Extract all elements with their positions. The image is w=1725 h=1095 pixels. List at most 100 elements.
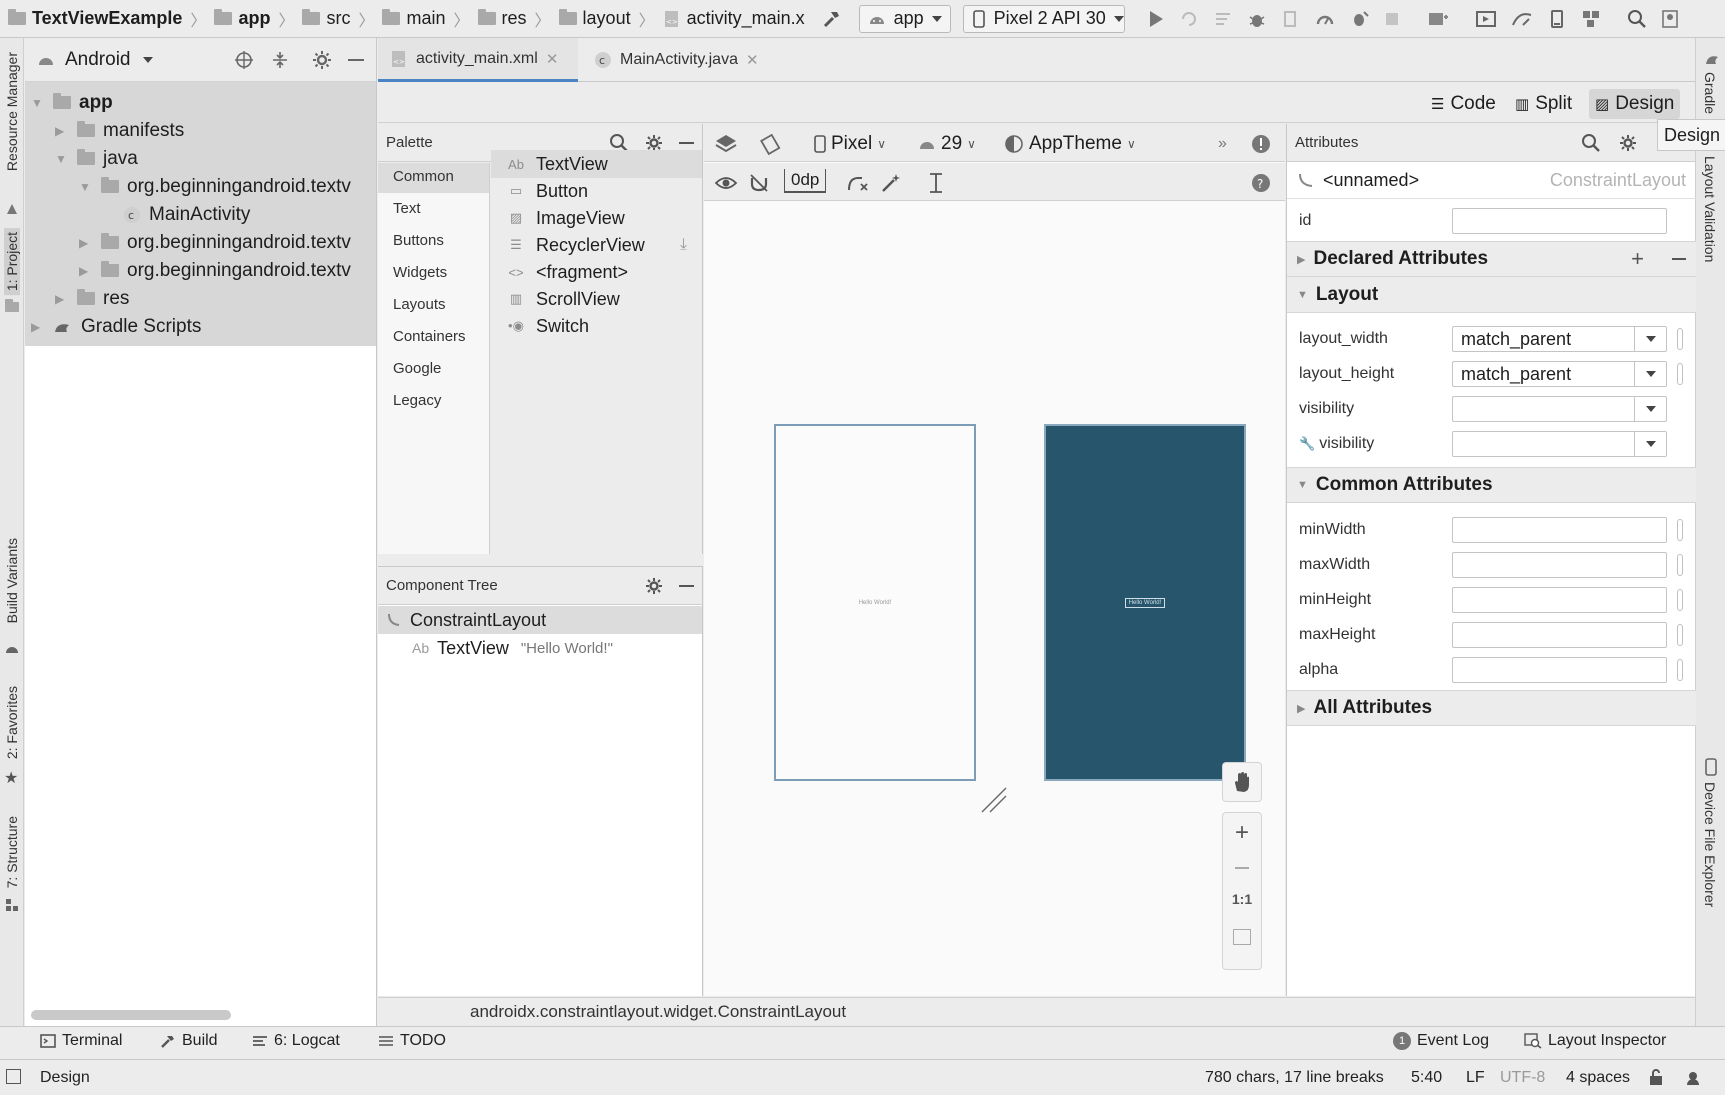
chevron-down-icon[interactable] [142,56,153,63]
locate-icon[interactable] [234,50,254,70]
theme-selector[interactable]: AppTheme ∨ [1004,130,1136,158]
palette-category[interactable]: Buttons [393,232,444,249]
tool-windows-icon[interactable] [6,1069,21,1084]
remove-attribute-icon[interactable] [1672,258,1686,260]
search-everywhere-icon[interactable] [1627,9,1647,29]
tree-node-java[interactable]: ▼ java [55,144,138,173]
add-attribute-icon[interactable]: + [1631,246,1644,272]
attr-reference-button[interactable] [1677,363,1683,385]
close-icon[interactable]: ✕ [546,50,559,68]
zoom-in-icon[interactable]: + [1223,819,1261,847]
zoom-out-icon[interactable] [1235,867,1249,869]
project-tab[interactable]: 1: Project [4,228,20,296]
warnings-icon[interactable] [1251,130,1271,158]
zoom-actual-size-button[interactable]: 1:1 [1223,891,1261,907]
device-file-explorer-tab[interactable]: Device File Explorer [1702,782,1718,907]
tree-node-mainactivity[interactable]: c MainActivity [123,200,250,229]
terminal-tab[interactable]: Terminal [40,1032,122,1050]
gear-icon[interactable] [312,50,332,70]
status-encoding[interactable]: UTF-8 [1500,1069,1545,1087]
status-cursor-position[interactable]: 5:40 [1411,1069,1442,1087]
attach-debugger-icon[interactable] [1281,9,1301,29]
default-margin-field[interactable]: 0dp [784,169,827,193]
palette-category[interactable]: Legacy [393,392,441,409]
profile-icon[interactable] [1315,9,1335,29]
attr-reference-button[interactable] [1677,624,1683,646]
palette-category[interactable]: Widgets [393,264,447,281]
tree-node-package-test[interactable]: ▶ org.beginningandroid.textv [79,228,351,257]
tree-node-manifests[interactable]: ▶ manifests [55,116,184,145]
maxwidth-input[interactable] [1452,552,1667,578]
autoconnect-icon[interactable] [748,169,770,197]
apply-code-changes-icon[interactable] [1213,9,1233,29]
attr-reference-button[interactable] [1677,659,1683,681]
section-declared-attributes[interactable]: ▶ Declared Attributes + [1287,241,1696,277]
palette-item-scrollview[interactable]: ▥ ScrollView [506,285,620,313]
logcat-tab[interactable]: 6: Logcat [252,1032,340,1050]
palette-item-imageview[interactable]: ▨ ImageView [506,204,625,232]
tree-node-package[interactable]: ▼ org.beginningandroid.textv [79,172,351,201]
breadcrumb-file[interactable]: <> activity_main.x [663,8,805,29]
favorites-tab[interactable]: 2: Favorites [4,686,20,759]
zoom-to-fit-icon[interactable] [1233,929,1251,945]
minimize-icon[interactable] [679,584,694,587]
orientation-toggle[interactable] [758,130,782,158]
collapse-all-icon[interactable] [270,50,290,70]
stop-icon[interactable] [1383,10,1401,28]
tab-activity-main-xml[interactable]: <> activity_main.xml ✕ [378,38,578,82]
help-icon[interactable]: ? [1251,169,1271,197]
infer-constraints-icon[interactable] [880,169,902,197]
breadcrumb-src[interactable]: src 〉 [302,7,376,31]
event-log-tab[interactable]: 1 Event Log [1393,1032,1489,1050]
build-variants-tab[interactable]: Build Variants [4,538,20,623]
overflow-icon[interactable]: » [1218,130,1227,158]
palette-category[interactable]: Common [393,168,454,185]
tools-visibility-select[interactable] [1452,431,1667,457]
todo-tab[interactable]: TODO [378,1032,446,1050]
resource-manager-tab[interactable]: Resource Manager [4,52,20,171]
layout-height-select[interactable]: match_parent [1452,361,1667,387]
sdk-manager-icon[interactable] [1511,9,1533,29]
clear-constraints-icon[interactable] [846,169,870,197]
palette-category[interactable]: Containers [393,328,466,345]
design-preview[interactable]: Hello World! [774,424,976,781]
tree-row-constraintlayout[interactable]: ConstraintLayout [378,606,702,634]
breadcrumb-app[interactable]: app 〉 [214,7,296,31]
tab-mainactivity-java[interactable]: c MainActivity.java ✕ [582,38,772,82]
tree-node-app[interactable]: ▼ app [31,88,113,117]
preview-textview[interactable]: Hello World! [859,600,892,606]
search-icon[interactable] [1581,133,1601,153]
minwidth-input[interactable] [1452,517,1667,543]
attr-reference-button[interactable] [1677,589,1683,611]
sync-project-icon[interactable] [1427,9,1449,29]
split-mode-button[interactable]: ▥ Split [1509,89,1578,119]
attr-reference-button[interactable] [1677,519,1683,541]
alpha-input[interactable] [1452,657,1667,683]
palette-category[interactable]: Text [393,200,421,217]
palette-item-button[interactable]: ▭ Button [506,177,588,205]
palette-item-textview[interactable]: Ab TextView [506,150,608,178]
blueprint-textview[interactable]: Hello World! [1124,597,1166,608]
blueprint-preview[interactable]: Hello World! [1044,424,1246,781]
horizontal-scrollbar[interactable] [31,1010,231,1020]
user-icon[interactable] [1661,9,1679,29]
run-icon[interactable] [1147,9,1165,29]
download-icon[interactable]: ⤓ [680,236,687,254]
api-selector[interactable]: 29 ∨ [918,130,976,158]
design-mode-button[interactable]: ▨ Design [1589,89,1681,119]
status-line-separator[interactable]: LF [1466,1069,1485,1087]
close-icon[interactable]: ✕ [746,51,759,69]
section-all-attributes[interactable]: ▶ All Attributes [1287,690,1696,726]
breadcrumb-res[interactable]: res 〉 [477,7,553,31]
device-mirror-icon[interactable] [1547,9,1567,29]
palette-item-switch[interactable]: •◉ Switch [506,312,589,340]
tree-node-package-androidtest[interactable]: ▶ org.beginningandroid.textv [79,256,351,285]
status-indent[interactable]: 4 spaces [1566,1069,1630,1087]
section-layout[interactable]: ▼ Layout [1287,277,1696,313]
debug-icon[interactable] [1247,9,1267,29]
breadcrumb-project[interactable]: TextViewExample 〉 [8,7,208,31]
view-options-icon[interactable] [714,169,738,197]
resize-handle-icon[interactable] [980,786,1008,814]
tree-row-textview[interactable]: Ab TextView "Hello World!" [378,634,702,662]
maxheight-input[interactable] [1452,622,1667,648]
